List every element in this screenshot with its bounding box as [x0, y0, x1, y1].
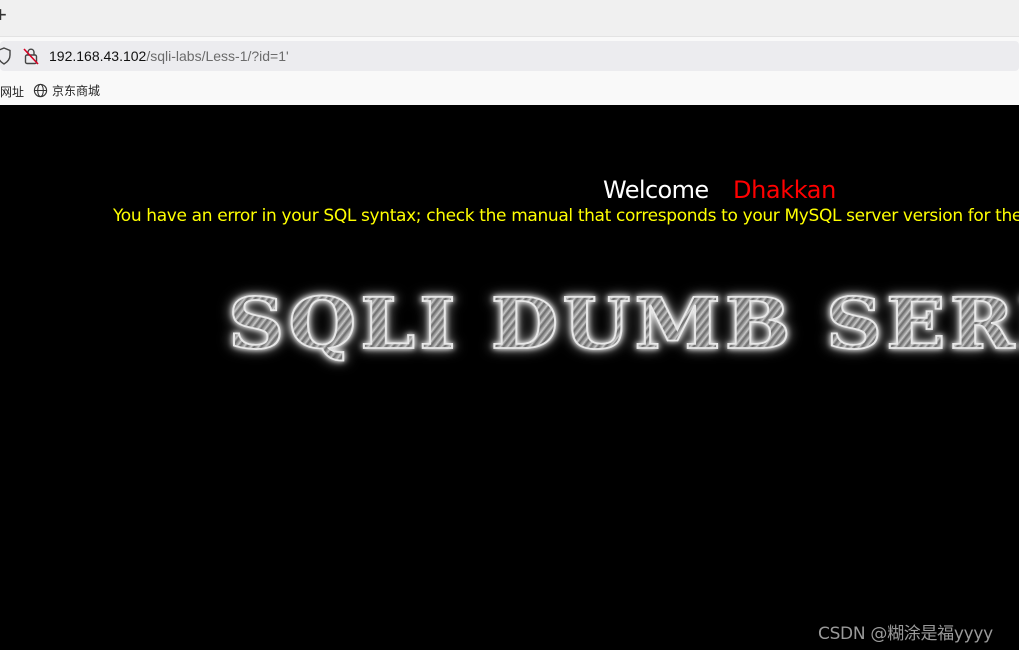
navigation-toolbar: 192.168.43.102/sqli-labs/Less-1/?id=1'	[0, 36, 1019, 74]
bookmark-item-jd[interactable]: 京东商城	[33, 82, 100, 98]
browser-chrome: + 192.168.43.102/sqli-labs/Less-1/?id=1'…	[0, 0, 1019, 106]
csdn-watermark: CSDN @糊涂是福yyyy	[818, 624, 993, 644]
address-bar[interactable]: 192.168.43.102/sqli-labs/Less-1/?id=1'	[0, 41, 1019, 71]
page-content: Welcome Dhakkan You have an error in you…	[0, 105, 1019, 650]
url-path: /sqli-labs/Less-1/?id=1'	[146, 48, 289, 64]
new-tab-button[interactable]: +	[0, 2, 7, 28]
sqli-banner-image: SQLI DUMB SERIES-1	[227, 282, 1019, 366]
bookmarks-bar: 网址 京东商城	[0, 74, 1019, 106]
shield-icon[interactable]	[0, 47, 11, 65]
bookmark-label: 京东商城	[52, 84, 101, 98]
welcome-label: Welcome	[603, 176, 709, 204]
bookmark-item-wangzhi[interactable]: 网址	[0, 83, 24, 100]
globe-icon	[33, 83, 48, 98]
username-label: Dhakkan	[733, 176, 836, 204]
url-field[interactable]: 192.168.43.102/sqli-labs/Less-1/?id=1'	[49, 48, 289, 64]
tab-strip: +	[0, 0, 1019, 36]
insecure-lock-icon[interactable]	[23, 47, 39, 65]
url-host: 192.168.43.102	[49, 48, 147, 64]
sql-error-message: You have an error in your SQL syntax; ch…	[113, 206, 1019, 226]
